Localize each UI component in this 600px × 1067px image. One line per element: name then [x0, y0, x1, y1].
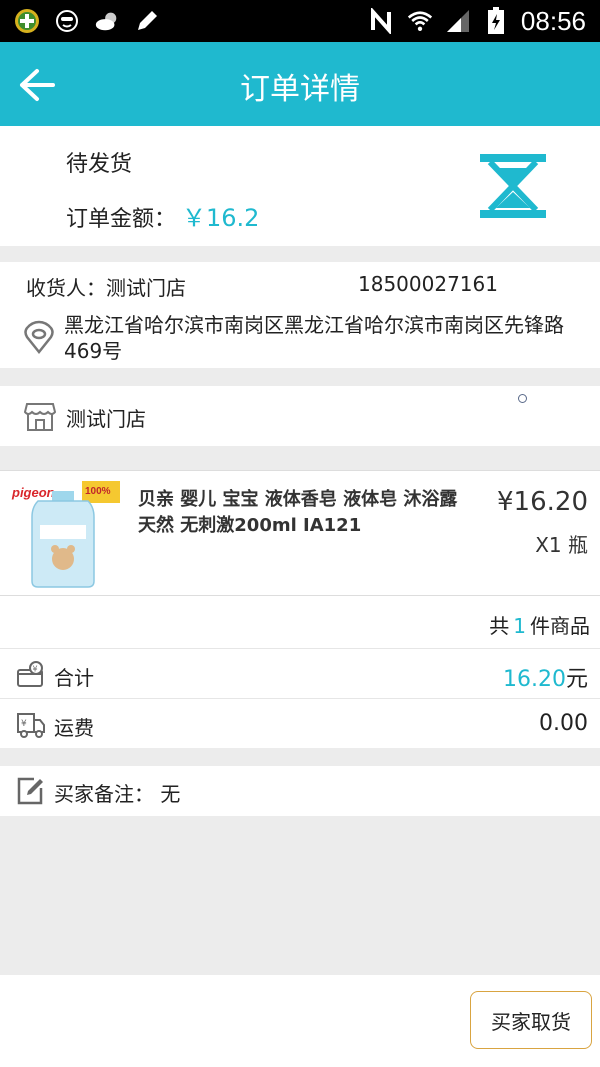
svg-text:¥: ¥: [33, 665, 38, 674]
total-amount: 16.20元: [503, 661, 588, 693]
status-bar: 08:56: [0, 0, 600, 42]
app-header: 订单详情: [0, 42, 600, 126]
consignee-phone: 18500027161: [358, 272, 498, 296]
address-card[interactable]: 收货人： 测试门店 18500027161 黑龙江省哈尔滨市南岗区黑龙江省哈尔滨…: [0, 262, 600, 368]
full-address: 黑龙江省哈尔滨市南岗区黑龙江省哈尔滨市南岗区先锋路469号: [64, 313, 564, 363]
item-count: 共 1 件商品: [489, 610, 590, 639]
remark-text: 买家备注： 无: [54, 778, 180, 807]
face-icon: [54, 8, 80, 34]
buyer-pickup-button[interactable]: 买家取货: [470, 991, 592, 1049]
product-name: 贝亲 婴儿 宝宝 液体香皂 液体皂 沐浴露 天然 无刺激200ml IA121: [138, 489, 458, 536]
consignee-label: 收货人：: [26, 276, 106, 300]
delivery-truck-icon: ¥: [17, 713, 45, 738]
shipping-row: ¥ 运费 0.00: [0, 698, 600, 748]
pen-icon: [134, 8, 160, 34]
shipping-label: 运费: [54, 716, 94, 740]
total-label: 合计: [54, 666, 94, 690]
svg-text:pigeon: pigeon: [11, 485, 55, 500]
shipping-value: 0.00: [539, 711, 588, 736]
buyer-remark: 买家备注： 无: [0, 766, 600, 816]
store-card[interactable]: 测试门店: [0, 386, 600, 446]
consignee-name: 测试门店: [106, 276, 186, 300]
order-amount-row: 订单金额： ￥16.2: [66, 198, 259, 233]
consignee: 收货人： 测试门店: [26, 272, 186, 301]
status-time: 08:56: [520, 5, 586, 36]
wallet-icon: ¥: [17, 661, 43, 687]
nfc-icon: [369, 8, 395, 34]
wifi-icon: [407, 8, 433, 34]
total-value: 16.20: [503, 667, 566, 692]
bottom-action-bar: 买家取货: [0, 975, 600, 1067]
app-plus-icon: [14, 8, 40, 34]
remark-label: 买家备注：: [54, 782, 154, 806]
product-price: ¥16.20: [497, 487, 588, 517]
order-amount-value: ￥16.2: [182, 204, 260, 232]
order-amount-label: 订单金额：: [66, 207, 177, 232]
store-name: 测试门店: [66, 407, 146, 431]
weather-icon: [94, 8, 120, 34]
battery-icon: [483, 7, 509, 34]
total-row: ¥ 合计 16.20元: [0, 648, 600, 698]
total-unit: 元: [565, 667, 588, 692]
product-thumbnail: pigeon 100%: [8, 477, 126, 591]
store-icon: [24, 403, 56, 431]
order-status-text: 待发货: [66, 152, 133, 177]
indicator-dot: [518, 394, 527, 403]
page-title: 订单详情: [240, 72, 360, 107]
item-count-suffix: 件商品: [530, 614, 590, 638]
item-count-number: 1: [513, 614, 526, 638]
product-item[interactable]: pigeon 100% 贝亲 婴儿 宝宝 液体香皂 液体皂 沐浴露 天然 无刺激…: [0, 470, 600, 596]
item-count-prefix: 共: [489, 614, 510, 638]
edit-note-icon: [17, 777, 43, 805]
signal-icon: [445, 8, 471, 34]
location-pin-icon: [24, 320, 54, 354]
svg-text:¥: ¥: [21, 719, 27, 729]
hourglass-icon: [480, 154, 546, 218]
remark-value: 无: [160, 782, 181, 806]
svg-text:100%: 100%: [85, 486, 111, 497]
product-quantity: X1 瓶: [535, 533, 588, 557]
order-summary: 共 1 件商品 ¥ 合计 16.20元 ¥ 运费 0.00: [0, 596, 600, 748]
order-status-card: 待发货 订单金额： ￥16.2: [0, 126, 600, 246]
